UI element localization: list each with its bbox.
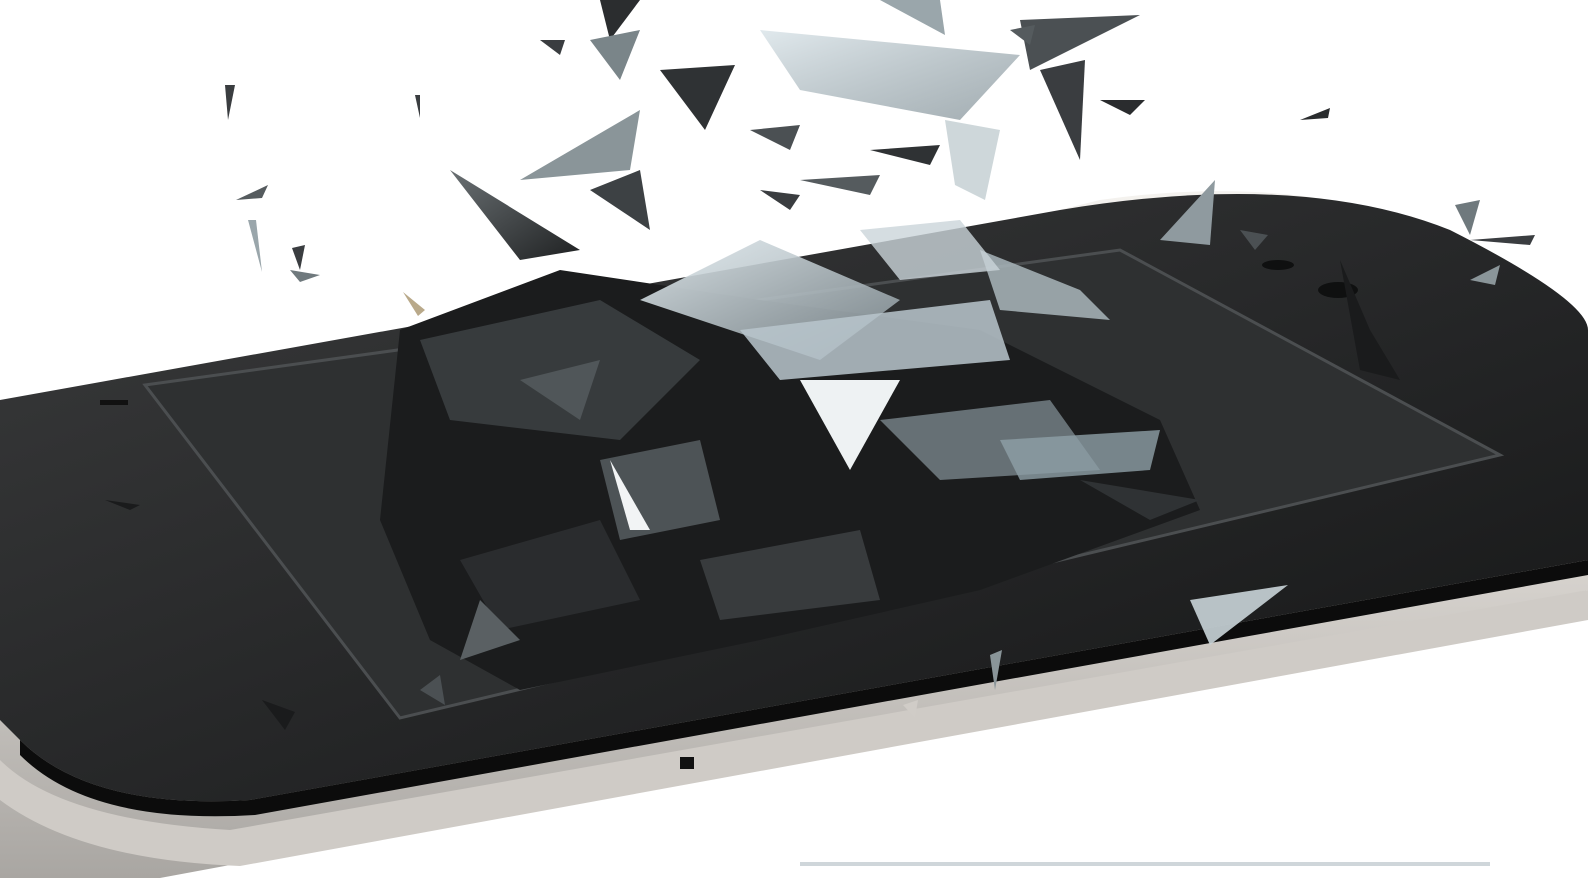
photo-illustration <box>0 0 1588 878</box>
bottom-edge-line <box>800 862 1490 866</box>
shattered-phone-photo <box>0 0 1588 878</box>
small-fragment <box>680 757 694 769</box>
home-button <box>100 400 128 405</box>
speaker-slot <box>1262 260 1294 270</box>
